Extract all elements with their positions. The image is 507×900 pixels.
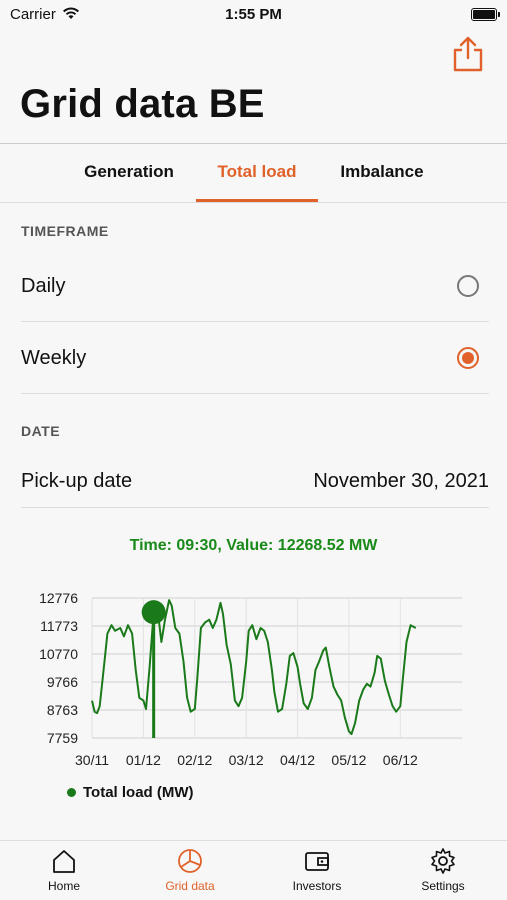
page-title: Grid data BE — [20, 82, 265, 126]
clock: 1:55 PM — [225, 6, 282, 23]
home-icon — [53, 850, 75, 873]
tabbar-item-home[interactable]: Home — [14, 847, 114, 893]
radio-checked-icon[interactable] — [457, 347, 479, 369]
tabbar-label: Settings — [421, 879, 465, 893]
pie-chart-icon — [178, 849, 202, 873]
tab-imbalance[interactable]: Imbalance — [325, 144, 439, 202]
timeframe-option-weekly[interactable]: Weekly — [21, 322, 489, 394]
x-tick-label: 02/12 — [177, 752, 212, 768]
segmented-control: Generation Total load Imbalance — [0, 143, 507, 203]
share-button[interactable] — [450, 34, 486, 74]
tabbar-item-investors[interactable]: Investors — [267, 847, 367, 893]
radio-unchecked-icon[interactable] — [457, 275, 479, 297]
y-tick-label: 8763 — [47, 702, 78, 718]
legend-swatch — [67, 787, 76, 797]
timeframe-option-daily[interactable]: Daily — [21, 250, 489, 322]
load-chart[interactable]: 12776 11773 10770 9766 8763 7759 30/11 01/12 02/… — [0, 568, 507, 778]
y-tick-label: 11773 — [40, 618, 78, 634]
tabbar-item-settings[interactable]: Settings — [393, 847, 493, 893]
tabbar-label: Investors — [292, 879, 342, 893]
date-section-label: DATE — [21, 423, 61, 439]
tabbar-label: Home — [47, 879, 80, 893]
status-bar: Carrier 1:55 PM — [0, 0, 507, 30]
y-tick-label: 10770 — [39, 646, 78, 662]
selected-point-marker[interactable] — [141, 600, 166, 625]
chart-caption: Time: 09:30, Value: 12268.52 MW — [129, 537, 378, 554]
date-value[interactable]: November 30, 2021 — [313, 444, 489, 518]
y-tick-label: 9766 — [47, 674, 78, 690]
gear-icon — [431, 848, 455, 874]
x-tick-label: 01/12 — [126, 752, 161, 768]
tab-total-load[interactable]: Total load — [196, 144, 318, 202]
tabbar-label: Grid data — [165, 879, 215, 893]
timeframe-section-label: TIMEFRAME — [21, 223, 109, 239]
wallet-icon — [305, 852, 329, 871]
x-tick-label: 06/12 — [383, 752, 418, 768]
series-line-total-load — [91, 599, 417, 736]
y-tick-label: 12776 — [39, 590, 78, 606]
option-label: Weekly — [21, 347, 87, 369]
chart-legend: Total load (MW) — [67, 784, 194, 801]
x-tick-label: 03/12 — [229, 752, 264, 768]
x-tick-label: 04/12 — [280, 752, 315, 768]
y-tick-label: 7759 — [47, 730, 78, 746]
pick-up-date-row[interactable]: Pick-up date November 30, 2021 — [21, 444, 489, 508]
legend-label: Total load (MW) — [83, 784, 194, 801]
tab-bar: Home Grid data Investors Settings — [0, 840, 507, 900]
x-tick-label: 30/11 — [75, 752, 109, 768]
tabbar-item-grid-data[interactable]: Grid data — [140, 847, 240, 893]
tab-generation[interactable]: Generation — [69, 144, 189, 202]
date-label: Pick-up date — [21, 470, 133, 492]
battery-icon — [471, 8, 500, 21]
x-tick-label: 05/12 — [331, 752, 366, 768]
option-label: Daily — [21, 275, 66, 297]
